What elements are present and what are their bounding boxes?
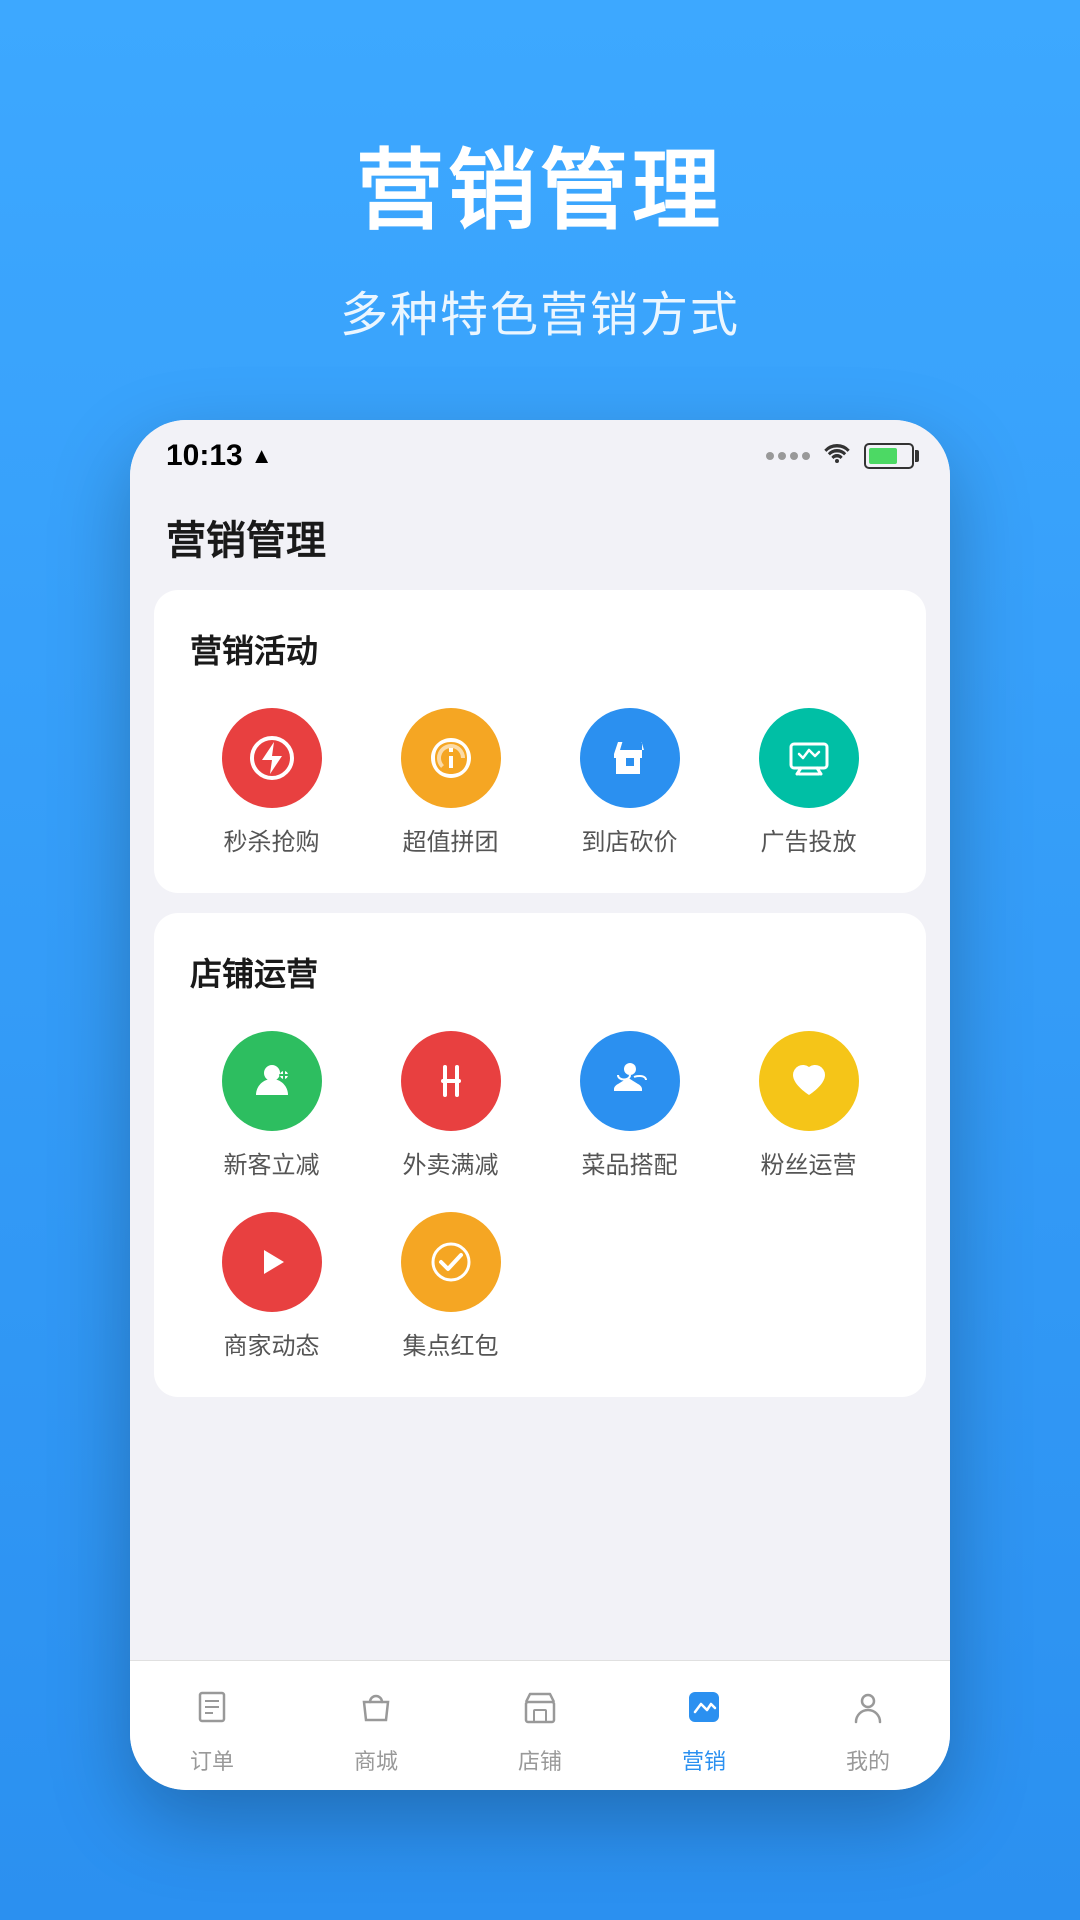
- merchant-news-label: 商家动态: [224, 1326, 320, 1361]
- wifi-icon: [822, 441, 852, 472]
- hero-subtitle: 多种特色营销方式: [0, 275, 1080, 345]
- bottom-spacer: [154, 1417, 926, 1457]
- delivery-icon: [401, 1031, 501, 1131]
- me-label: 我的: [846, 1744, 890, 1776]
- delivery-item[interactable]: 外卖满减: [369, 1031, 532, 1180]
- battery-icon: [864, 443, 914, 469]
- nav-marketing[interactable]: 营销: [622, 1676, 786, 1776]
- phone-content[interactable]: 营销管理 营销活动 秒杀抢购: [130, 492, 950, 1732]
- hero-header: 营销管理 多种特色营销方式: [0, 120, 1080, 345]
- fans-item[interactable]: 粉丝运营: [727, 1031, 890, 1180]
- delivery-label: 外卖满减: [403, 1145, 499, 1180]
- in-store-item[interactable]: 到店砍价: [548, 708, 711, 857]
- orders-icon: [193, 1688, 231, 1736]
- nav-orders[interactable]: 订单: [130, 1676, 294, 1776]
- nav-mall[interactable]: 商城: [294, 1676, 458, 1776]
- marketing-label: 营销: [682, 1744, 726, 1776]
- location-icon: ▲: [251, 443, 273, 469]
- store-grid-row2: 商家动态 集点红包: [190, 1212, 890, 1361]
- ads-label: 广告投放: [761, 822, 857, 857]
- points-red-icon: [401, 1212, 501, 1312]
- ads-icon: [759, 708, 859, 808]
- flash-sale-item[interactable]: 秒杀抢购: [190, 708, 353, 857]
- in-store-label: 到店砍价: [582, 822, 678, 857]
- marketing-grid: 秒杀抢购 超值拼团: [190, 708, 890, 857]
- store-card-title: 店铺运营: [190, 949, 890, 995]
- empty-cell-1: [548, 1212, 711, 1361]
- in-store-icon: [580, 708, 680, 808]
- points-red-item[interactable]: 集点红包: [369, 1212, 532, 1361]
- app-header: 营销管理: [130, 492, 950, 590]
- flash-sale-label: 秒杀抢购: [224, 822, 320, 857]
- group-buy-item[interactable]: 超值拼团: [369, 708, 532, 857]
- orders-label: 订单: [190, 1744, 234, 1776]
- signal-icon: [766, 452, 810, 460]
- content-area: 营销活动 秒杀抢购: [130, 590, 950, 1457]
- status-icons: [766, 441, 914, 472]
- new-customer-item[interactable]: 新客立减: [190, 1031, 353, 1180]
- phone-mockup: 10:13 ▲ 营销管理 营销活动: [130, 420, 950, 1790]
- nav-me[interactable]: 我的: [786, 1676, 950, 1776]
- status-bar: 10:13 ▲: [130, 420, 950, 492]
- merchant-news-icon: [222, 1212, 322, 1312]
- fans-label: 粉丝运营: [761, 1145, 857, 1180]
- marketing-card: 营销活动 秒杀抢购: [154, 590, 926, 893]
- marketing-icon: [685, 1688, 723, 1736]
- store-card: 店铺运营 新客立减: [154, 913, 926, 1397]
- new-customer-icon: [222, 1031, 322, 1131]
- bottom-nav: 订单 商城 店铺: [130, 1660, 950, 1790]
- flash-sale-icon: [222, 708, 322, 808]
- nav-store[interactable]: 店铺: [458, 1676, 622, 1776]
- store-label: 店铺: [518, 1744, 562, 1776]
- status-time: 10:13 ▲: [166, 439, 273, 473]
- mall-icon: [357, 1688, 395, 1736]
- app-title: 营销管理: [166, 508, 914, 566]
- marketing-card-title: 营销活动: [190, 626, 890, 672]
- group-buy-label: 超值拼团: [403, 822, 499, 857]
- menu-match-icon: [580, 1031, 680, 1131]
- store-icon: [521, 1688, 559, 1736]
- menu-match-label: 菜品搭配: [582, 1145, 678, 1180]
- ads-item[interactable]: 广告投放: [727, 708, 890, 857]
- group-buy-icon: [401, 708, 501, 808]
- mall-label: 商城: [354, 1744, 398, 1776]
- hero-title: 营销管理: [0, 120, 1080, 247]
- merchant-news-item[interactable]: 商家动态: [190, 1212, 353, 1361]
- menu-match-item[interactable]: 菜品搭配: [548, 1031, 711, 1180]
- me-icon: [849, 1688, 887, 1736]
- fans-icon: [759, 1031, 859, 1131]
- points-red-label: 集点红包: [403, 1326, 499, 1361]
- store-grid-row1: 新客立减 外卖满减: [190, 1031, 890, 1180]
- new-customer-label: 新客立减: [224, 1145, 320, 1180]
- empty-cell-2: [727, 1212, 890, 1361]
